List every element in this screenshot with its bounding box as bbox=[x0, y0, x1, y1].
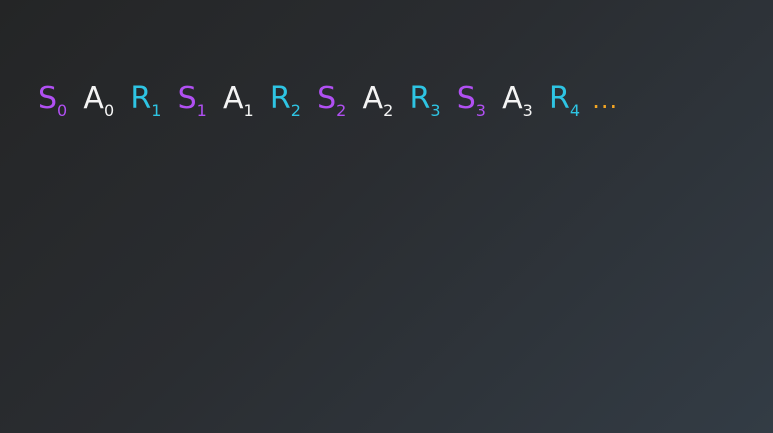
token-letter: R bbox=[130, 81, 152, 116]
token-letter: A bbox=[222, 81, 244, 116]
token-letter: R bbox=[269, 81, 291, 116]
token-subscript: 1 bbox=[151, 101, 162, 120]
token-subscript: 1 bbox=[196, 101, 207, 120]
token-subscript: 0 bbox=[103, 101, 115, 120]
token-subscript: 4 bbox=[569, 101, 581, 120]
token-letter: A bbox=[83, 81, 104, 116]
token-letter: S bbox=[177, 81, 197, 116]
trajectory-sequence: S0 A0 R1 S1 A1 R2 S2 A2 R3 S3 A3 R4 ... bbox=[38, 81, 619, 119]
token-subscript: 3 bbox=[522, 101, 533, 120]
token-subscript: 1 bbox=[243, 101, 254, 120]
reward-token-3: R3 bbox=[409, 81, 440, 119]
continuation-ellipsis: ... bbox=[592, 86, 619, 114]
action-token-2: A2 bbox=[362, 81, 394, 119]
token-subscript: 2 bbox=[290, 101, 301, 120]
token-subscript: 0 bbox=[57, 101, 68, 120]
reward-token-1: R1 bbox=[130, 81, 161, 119]
token-letter: A bbox=[362, 81, 384, 116]
state-token-2: S2 bbox=[317, 81, 346, 119]
token-subscript: 3 bbox=[430, 101, 441, 120]
state-token-0: S0 bbox=[38, 81, 67, 119]
action-token-3: A3 bbox=[502, 81, 533, 119]
token-subscript: 2 bbox=[336, 101, 347, 120]
reward-token-4: R4 bbox=[549, 81, 580, 119]
token-letter: R bbox=[409, 81, 431, 116]
token-letter: S bbox=[456, 81, 476, 116]
action-token-1: A1 bbox=[222, 81, 254, 119]
token-letter: S bbox=[317, 81, 337, 116]
token-subscript: 2 bbox=[383, 101, 394, 120]
token-subscript: 3 bbox=[475, 101, 486, 120]
reward-token-2: R2 bbox=[269, 81, 301, 119]
action-token-0: A0 bbox=[83, 81, 114, 119]
token-letter: A bbox=[502, 81, 523, 116]
token-letter: S bbox=[38, 81, 58, 116]
state-token-1: S1 bbox=[177, 81, 207, 119]
state-token-3: S3 bbox=[456, 81, 486, 119]
token-letter: R bbox=[549, 81, 570, 116]
